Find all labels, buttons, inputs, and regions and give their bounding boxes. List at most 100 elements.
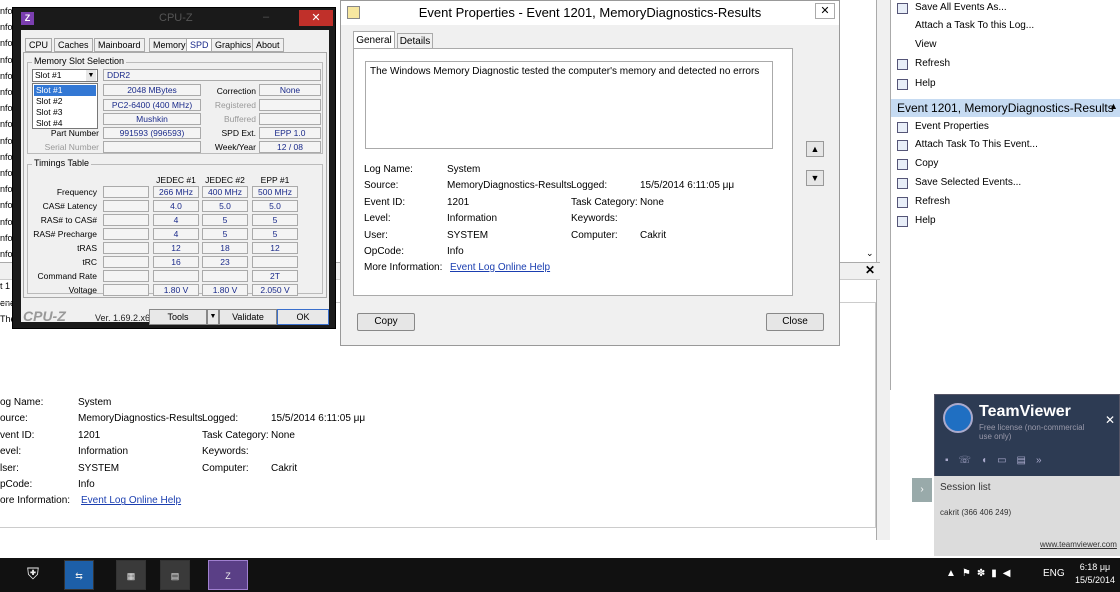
slot-option-1[interactable]: Slot #1 bbox=[34, 85, 96, 96]
bg-detail-key-0: og Name: bbox=[0, 397, 44, 408]
timing-value-5-1: 23 bbox=[202, 256, 248, 268]
action-event-5[interactable]: Help bbox=[915, 215, 936, 226]
tab-about[interactable]: About bbox=[252, 38, 284, 52]
left-fragment-8: nfo bbox=[0, 135, 13, 146]
slot-option-2[interactable]: Slot #2 bbox=[34, 96, 96, 107]
expand-chevron-icon[interactable]: › bbox=[912, 478, 932, 502]
cpuz-window: Z CPU-Z – ✕ CPU Caches Mainboard Memory SPD G… bbox=[12, 7, 336, 329]
teamviewer-logo-icon bbox=[943, 403, 973, 433]
timing-value-3-2: 5 bbox=[252, 228, 298, 240]
event-viewer-taskbar-icon[interactable]: ▤ bbox=[160, 560, 190, 590]
computer-value: Cakrit bbox=[640, 230, 667, 241]
correction: None bbox=[259, 84, 321, 96]
teamviewer-title: TeamViewer bbox=[979, 403, 1071, 420]
timing-value-0-0: 266 MHz bbox=[153, 186, 199, 198]
tab-graphics[interactable]: Graphics bbox=[211, 38, 256, 52]
cpuz-close-button[interactable]: ✕ bbox=[299, 10, 333, 26]
clock-date[interactable]: 15/5/2014 bbox=[1072, 575, 1118, 585]
logged-value: 15/5/2014 6:11:05 μμ bbox=[640, 180, 735, 191]
keywords-key: Keywords: bbox=[571, 213, 618, 224]
timing-col-2: EPP #1 bbox=[260, 175, 290, 185]
ok-button[interactable]: OK bbox=[277, 309, 329, 325]
action-top-2[interactable]: View bbox=[915, 39, 937, 50]
dialog-close-button[interactable]: ✕ bbox=[815, 3, 835, 19]
timing-value-4-1: 18 bbox=[202, 242, 248, 254]
close-icon[interactable]: ✕ bbox=[865, 263, 875, 277]
event-log-help-link[interactable]: Event Log Online Help bbox=[450, 262, 550, 273]
tab-spd[interactable]: SPD bbox=[186, 38, 213, 52]
teamviewer-close-icon[interactable]: ✕ bbox=[1105, 413, 1115, 427]
minimize-icon[interactable]: – bbox=[263, 11, 269, 23]
left-fragment-4: nfo bbox=[0, 70, 13, 81]
event-id-value: 1201 bbox=[447, 197, 470, 208]
arrow-up-icon[interactable]: ▲ bbox=[806, 141, 824, 157]
language-indicator[interactable]: ENG bbox=[1043, 568, 1065, 579]
tab-mainboard[interactable]: Mainboard bbox=[94, 38, 145, 52]
tab-caches[interactable]: Caches bbox=[54, 38, 93, 52]
copy-button[interactable]: Copy bbox=[357, 313, 415, 331]
tools-button[interactable]: Tools bbox=[149, 309, 207, 325]
version: Ver. 1.69.2.x64 bbox=[95, 313, 156, 323]
teamviewer-toolbar-icons[interactable]: ▪☏◖▭▤» bbox=[945, 455, 1052, 466]
manufacturer: Mushkin bbox=[103, 113, 201, 125]
timing-label-7: Voltage bbox=[68, 285, 97, 295]
system-tray-icons[interactable]: ▲⚑✽▮◀ bbox=[946, 568, 1016, 579]
teamviewer-taskbar-icon[interactable]: ⇆ bbox=[64, 560, 94, 590]
bg-detail-key-3: evel: bbox=[0, 446, 22, 458]
description-box[interactable]: The Windows Memory Diagnostic tested the… bbox=[365, 61, 773, 149]
left-fragment-1: nfo bbox=[0, 22, 13, 33]
validate-button[interactable]: Validate bbox=[219, 309, 277, 325]
action-top-4[interactable]: Help bbox=[915, 78, 936, 89]
left-fragment-12: nfo bbox=[0, 200, 13, 211]
memory-type: DDR2 bbox=[103, 69, 321, 81]
arrow-down-icon[interactable]: ▼ bbox=[806, 170, 824, 186]
slot-option-3[interactable]: Slot #3 bbox=[34, 107, 96, 118]
actions-event-header[interactable]: Event 1201, MemoryDiagnostics-Results bbox=[891, 99, 1120, 117]
wot-app-icon[interactable]: ⛨ bbox=[18, 560, 48, 590]
memory-slot-group-title: Memory Slot Selection bbox=[32, 56, 127, 66]
session-entry[interactable]: cakrit (366 406 249) bbox=[940, 508, 1011, 517]
bg-detail-key-5: pCode: bbox=[0, 479, 33, 490]
bg-detail-value-4: SYSTEM bbox=[78, 462, 120, 474]
timing-label-0: Frequency bbox=[56, 187, 97, 197]
action-event-1[interactable]: Attach Task To This Event... bbox=[915, 139, 1038, 150]
left-fragment-10: nfo bbox=[0, 168, 13, 178]
bg-event-log-help-link[interactable]: Event Log Online Help bbox=[81, 495, 181, 506]
timing-blank-1 bbox=[103, 200, 149, 212]
cpuz-app-icon: Z bbox=[21, 12, 34, 25]
scroll-down-icon[interactable]: ⌄ bbox=[866, 248, 876, 258]
teamviewer-url[interactable]: www.teamviewer.com bbox=[1040, 540, 1117, 549]
registered bbox=[259, 99, 321, 111]
action-event-2[interactable]: Copy bbox=[915, 158, 938, 169]
action-top-1[interactable]: Attach a Task To this Log... bbox=[915, 20, 1034, 31]
chevron-down-icon[interactable]: ▼ bbox=[86, 70, 96, 81]
action-top-0[interactable]: Save All Events As... bbox=[915, 2, 1007, 13]
tools-dropdown-icon[interactable]: ▼ bbox=[207, 309, 219, 325]
left-fragment-14: nfo bbox=[0, 232, 13, 243]
save-icon bbox=[897, 3, 908, 14]
action-top-3[interactable]: Refresh bbox=[915, 58, 950, 69]
slot-dropdown[interactable]: Slot #1 Slot #2 Slot #3 Slot #4 bbox=[32, 83, 98, 129]
close-button[interactable]: Close bbox=[766, 313, 824, 331]
action-event-3[interactable]: Save Selected Events... bbox=[915, 177, 1021, 188]
cpuz-taskbar-icon[interactable]: Z bbox=[208, 560, 248, 590]
collapse-icon[interactable]: ▲ bbox=[1109, 101, 1118, 111]
event-properties-dialog: Event Properties - Event 1201, MemoryDia… bbox=[340, 0, 840, 346]
spd-ext: EPP 1.0 bbox=[259, 127, 321, 139]
module-size: 2048 MBytes bbox=[103, 84, 201, 96]
clock-time[interactable]: 6:18 μμ bbox=[1072, 562, 1118, 572]
buffered-label: Buffered bbox=[224, 114, 256, 124]
timing-value-7-0: 1.80 V bbox=[153, 284, 199, 296]
left-fragment-3: nfo bbox=[0, 54, 13, 65]
tab-general[interactable]: General bbox=[353, 31, 395, 49]
bg-detail-value-0: System bbox=[78, 397, 112, 408]
tab-cpu[interactable]: CPU bbox=[25, 38, 53, 52]
bg-detail-value2-2: None bbox=[271, 429, 295, 441]
tab-memory[interactable]: Memory bbox=[149, 38, 190, 52]
action-event-4[interactable]: Refresh bbox=[915, 196, 950, 207]
spd-ext-label: SPD Ext. bbox=[221, 128, 256, 138]
help-icon bbox=[897, 79, 908, 90]
action-event-0[interactable]: Event Properties bbox=[915, 121, 989, 132]
tab-details[interactable]: Details bbox=[397, 33, 433, 49]
network-taskbar-icon[interactable]: ▦ bbox=[116, 560, 146, 590]
